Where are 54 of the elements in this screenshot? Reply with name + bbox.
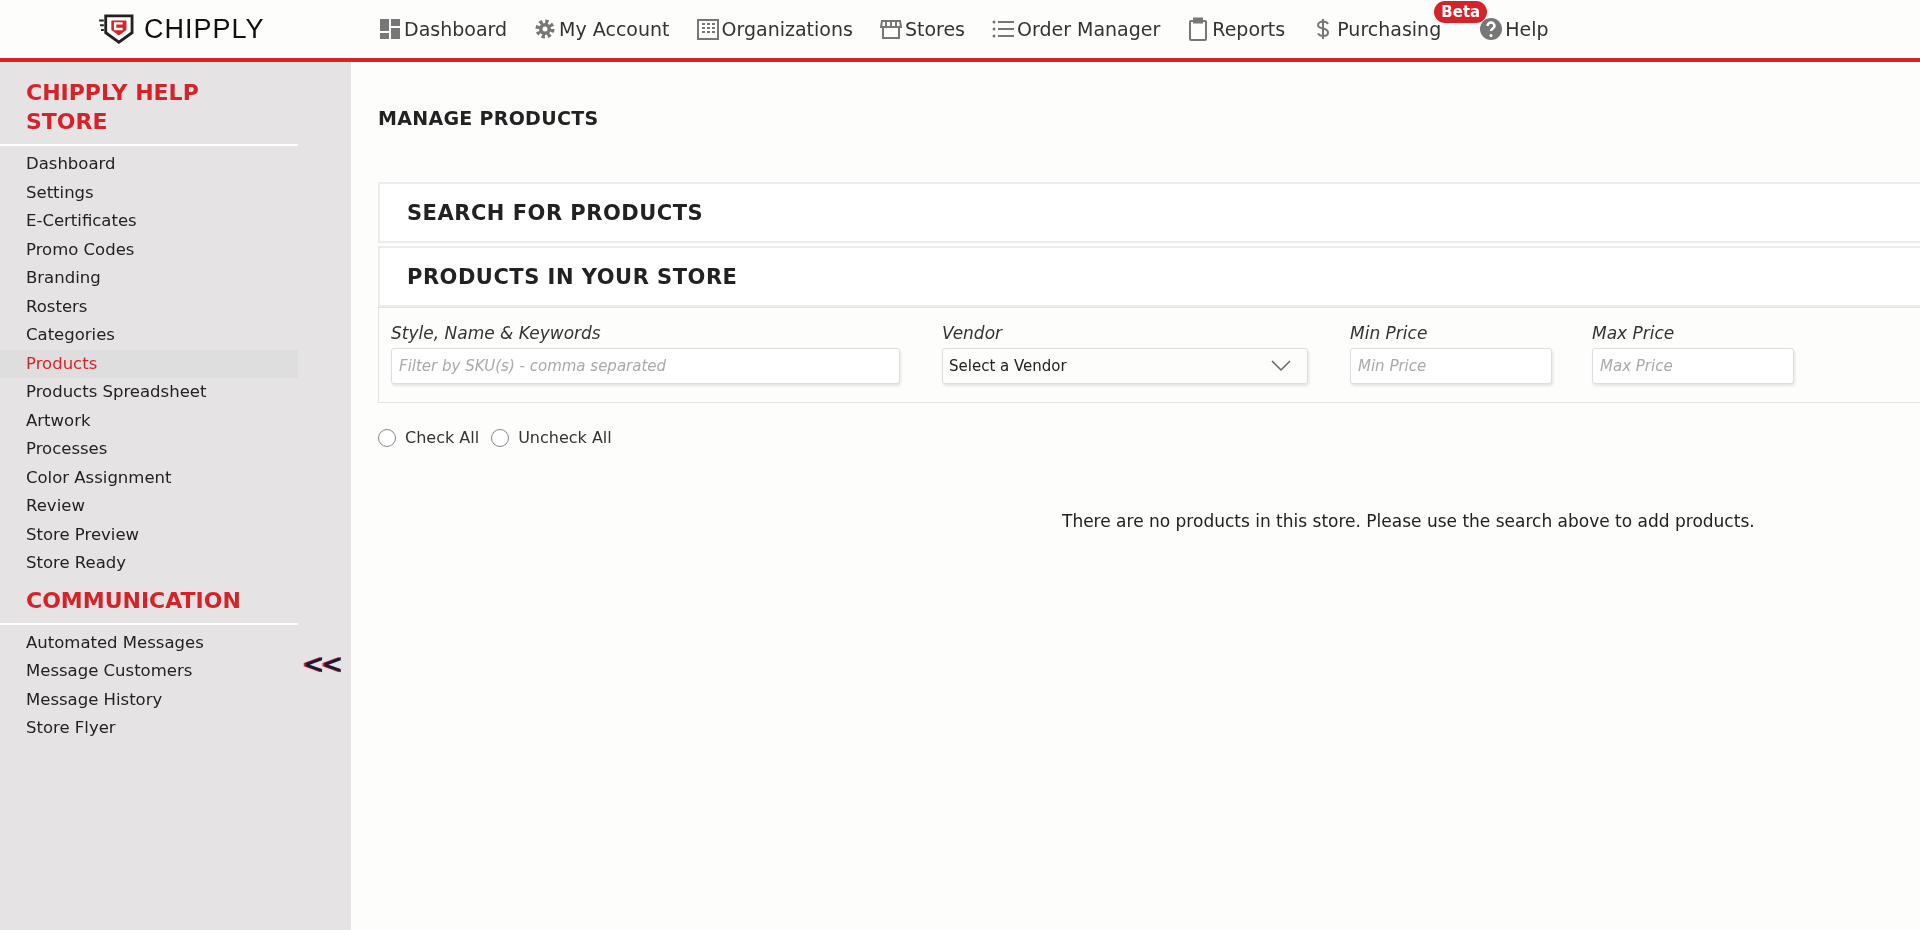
- logo-text: CHIPPLY: [144, 13, 265, 45]
- sidebar-item[interactable]: Products Spreadsheet: [0, 378, 298, 407]
- nav-link[interactable]: My Account: [533, 17, 670, 41]
- sidebar-item[interactable]: Review: [0, 492, 298, 521]
- sidebar-item[interactable]: Automated Messages: [0, 628, 298, 657]
- sidebar-item[interactable]: Categories: [0, 321, 298, 350]
- sidebar-item[interactable]: Products: [0, 349, 298, 378]
- empty-message: There are no products in this store. Please use the search above to add products.: [1062, 511, 1756, 531]
- sidebar-item[interactable]: Store Preview: [0, 520, 298, 549]
- input-field[interactable]: Max Price: [1592, 348, 1794, 384]
- input-field[interactable]: Min Price: [1350, 348, 1552, 384]
- sidebar-item[interactable]: Color Assignment: [0, 463, 298, 492]
- sidebar-item[interactable]: Promo Codes: [0, 235, 298, 264]
- sidebar-item[interactable]: Message Customers: [0, 657, 298, 686]
- field-label: Style, Name & Keywords: [391, 323, 602, 343]
- nav-link[interactable]: Organizations: [695, 17, 853, 41]
- sidebar-item[interactable]: E-Certificates: [0, 207, 298, 236]
- nav-link[interactable]: Dashboard: [378, 17, 508, 41]
- sidebar-item[interactable]: Message History: [0, 685, 298, 714]
- page-title: MANAGE PRODUCTS: [378, 107, 600, 129]
- sidebar-item[interactable]: Store Flyer: [0, 714, 298, 743]
- chevron-down-icon: [1271, 360, 1291, 372]
- collapse-sidebar-link[interactable]: <<: [303, 649, 341, 679]
- sidebar-item[interactable]: Artwork: [0, 406, 298, 435]
- radio-button[interactable]: [378, 428, 396, 447]
- nav-link[interactable]: Stores: [878, 17, 965, 41]
- nav-link[interactable]: Reports: [1186, 17, 1286, 41]
- field-label: Vendor: [942, 323, 1004, 343]
- sidebar-item[interactable]: Branding: [0, 264, 298, 293]
- sidebar-item[interactable]: Settings: [0, 178, 298, 207]
- shield-logo-icon: [98, 13, 136, 45]
- radio-button[interactable]: [491, 428, 510, 447]
- beta-badge: Beta: [1434, 1, 1488, 23]
- sidebar-item[interactable]: Rosters: [0, 292, 298, 321]
- panel-header[interactable]: PRODUCTS IN YOUR STORE: [378, 246, 1920, 307]
- storefront-icon: [878, 17, 903, 41]
- sidebar-item[interactable]: Processes: [0, 435, 298, 464]
- field-label: Max Price: [1592, 323, 1676, 343]
- panel-header[interactable]: SEARCH FOR PRODUCTS: [378, 182, 1920, 243]
- dashboard-grid-icon: [378, 17, 402, 41]
- panel-title: PRODUCTS IN YOUR STORE: [407, 264, 738, 289]
- panel-title: SEARCH FOR PRODUCTS: [407, 200, 704, 225]
- help-icon: [1479, 17, 1504, 41]
- input-field[interactable]: Filter by SKU(s) - comma separated: [391, 348, 900, 384]
- nav-link[interactable]: Order Manager: [991, 17, 1161, 41]
- sidebar-item[interactable]: Dashboard: [0, 150, 298, 179]
- vendor-dropdown[interactable]: Select a Vendor: [942, 348, 1308, 384]
- radio-option[interactable]: Uncheck All: [491, 428, 612, 447]
- field-label: Min Price: [1350, 323, 1429, 343]
- sidebar-item[interactable]: Store Ready: [0, 549, 298, 578]
- building-icon: [695, 17, 720, 41]
- sidebar-section-title: CHIPPLY HELP STORE: [25, 79, 200, 136]
- sidebar-section-title: COMMUNICATION: [25, 586, 242, 615]
- radio-option[interactable]: Check All: [378, 428, 480, 447]
